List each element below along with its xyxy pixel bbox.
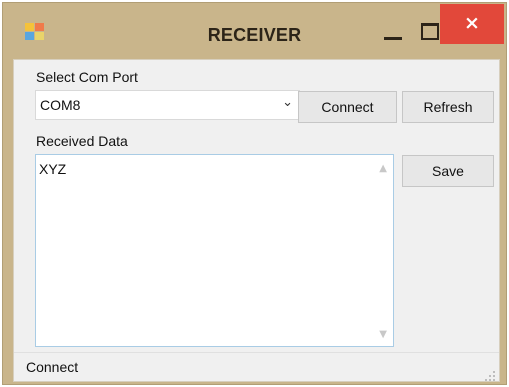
- refresh-button[interactable]: Refresh: [402, 91, 494, 123]
- receiver-window: RECEIVER × Select Com Port COM8 ⌄ Connec…: [2, 2, 507, 385]
- received-data-label: Received Data: [36, 133, 128, 149]
- close-icon: ×: [464, 12, 480, 34]
- close-button[interactable]: ×: [440, 4, 504, 44]
- com-port-select[interactable]: COM8 ⌄: [35, 90, 300, 120]
- save-button[interactable]: Save: [402, 155, 494, 187]
- com-port-value: COM8: [40, 97, 81, 113]
- chevron-down-icon[interactable]: ⌄: [282, 95, 293, 110]
- connect-button[interactable]: Connect: [298, 91, 397, 123]
- status-bar: Connect: [14, 352, 499, 381]
- minimize-button[interactable]: [370, 5, 416, 47]
- maximize-icon: [421, 23, 439, 40]
- received-data-value: XYZ: [39, 161, 67, 177]
- status-text: Connect: [26, 359, 79, 375]
- scroll-up-icon[interactable]: ▲: [379, 163, 387, 174]
- scroll-down-icon[interactable]: ▼: [379, 329, 387, 340]
- resize-grip-icon[interactable]: [485, 368, 495, 381]
- minimize-icon: [384, 37, 402, 40]
- client-area: Select Com Port COM8 ⌄ Connect Refresh R…: [13, 59, 500, 382]
- com-port-label: Select Com Port: [36, 69, 138, 85]
- received-data-textarea[interactable]: XYZ ▲ ▼: [35, 154, 394, 347]
- title-bar[interactable]: RECEIVER ×: [3, 3, 506, 59]
